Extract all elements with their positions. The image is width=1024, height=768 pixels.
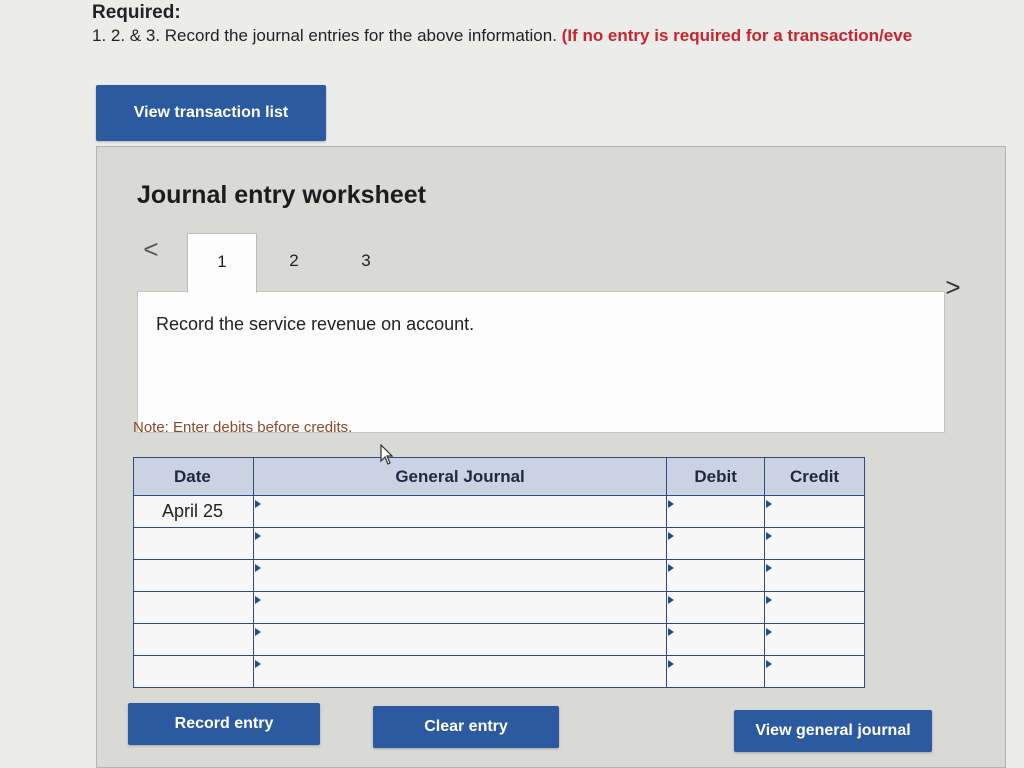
debit-input[interactable] xyxy=(667,496,765,527)
date-cell[interactable] xyxy=(133,591,254,624)
table-row: April 25 xyxy=(133,495,865,528)
account-cell[interactable] xyxy=(252,495,668,528)
account-cell[interactable] xyxy=(252,559,668,592)
debit-input[interactable] xyxy=(667,528,765,559)
tab-2[interactable]: 2 xyxy=(259,233,329,293)
debit-input[interactable] xyxy=(667,592,765,623)
debit-cell[interactable] xyxy=(666,495,766,528)
clear-entry-button[interactable]: Clear entry xyxy=(373,706,559,748)
instruction-text: 1. 2. & 3. Record the journal entries fo… xyxy=(92,26,1024,46)
credit-cell[interactable] xyxy=(764,623,865,656)
tab-3[interactable]: 3 xyxy=(331,233,401,293)
debit-cell[interactable] xyxy=(666,655,766,688)
table-row xyxy=(133,527,865,560)
chevron-left-icon[interactable]: < xyxy=(141,235,161,263)
account-cell[interactable] xyxy=(252,527,668,560)
debit-cell[interactable] xyxy=(666,559,766,592)
account-cell[interactable] xyxy=(252,591,668,624)
account-input[interactable] xyxy=(253,528,667,559)
instruction-warning: (If no entry is required for a transacti… xyxy=(561,26,913,45)
credit-cell[interactable] xyxy=(764,495,865,528)
table-row xyxy=(133,559,865,592)
instruction-main: 1. 2. & 3. Record the journal entries fo… xyxy=(92,26,557,45)
debit-input[interactable] xyxy=(667,624,765,655)
credit-cell[interactable] xyxy=(764,591,865,624)
debit-input[interactable] xyxy=(667,656,765,687)
account-input[interactable] xyxy=(253,656,667,687)
credit-input[interactable] xyxy=(765,528,864,559)
date-cell[interactable] xyxy=(133,623,254,656)
account-input[interactable] xyxy=(253,624,667,655)
credit-cell[interactable] xyxy=(764,527,865,560)
debit-column-header: Debit xyxy=(666,457,766,496)
journal-header-row: Date General Journal Debit Credit xyxy=(133,457,865,496)
account-input[interactable] xyxy=(253,496,667,527)
credit-input[interactable] xyxy=(765,656,864,687)
account-input[interactable] xyxy=(253,560,667,591)
view-transaction-list-button[interactable]: View transaction list xyxy=(96,85,326,141)
credit-column-header: Credit xyxy=(764,457,865,496)
view-general-journal-button[interactable]: View general journal xyxy=(734,710,932,752)
mouse-pointer-icon xyxy=(380,444,394,465)
record-entry-button[interactable]: Record entry xyxy=(128,703,320,745)
table-row xyxy=(133,623,865,656)
account-input[interactable] xyxy=(253,592,667,623)
table-row xyxy=(133,655,865,688)
table-row xyxy=(133,591,865,624)
credit-input[interactable] xyxy=(765,624,864,655)
page: Required: 1. 2. & 3. Record the journal … xyxy=(0,0,1024,768)
account-cell[interactable] xyxy=(252,655,668,688)
credit-input[interactable] xyxy=(765,560,864,591)
date-column-header: Date xyxy=(133,457,254,496)
debit-input[interactable] xyxy=(667,560,765,591)
note-text: Note: Enter debits before credits. xyxy=(133,419,353,436)
transaction-description: Record the service revenue on account. xyxy=(156,314,475,334)
credit-input[interactable] xyxy=(765,592,864,623)
debit-cell[interactable] xyxy=(666,623,766,656)
required-heading: Required: xyxy=(92,2,181,23)
transaction-description-box: Record the service revenue on account. xyxy=(137,291,945,433)
chevron-right-icon[interactable]: > xyxy=(943,273,963,301)
credit-input[interactable] xyxy=(765,496,864,527)
journal-table: Date General Journal Debit Credit April … xyxy=(133,457,865,688)
debit-cell[interactable] xyxy=(666,591,766,624)
date-cell[interactable] xyxy=(133,527,254,560)
date-cell[interactable]: April 25 xyxy=(133,495,254,528)
date-cell[interactable] xyxy=(133,559,254,592)
account-cell[interactable] xyxy=(252,623,668,656)
journal-entry-worksheet: Journal entry worksheet < 1 2 3 > Record… xyxy=(96,146,1006,768)
credit-cell[interactable] xyxy=(764,559,865,592)
credit-cell[interactable] xyxy=(764,655,865,688)
general-journal-column-header: General Journal xyxy=(252,457,668,496)
tab-1[interactable]: 1 xyxy=(187,233,257,293)
debit-cell[interactable] xyxy=(666,527,766,560)
worksheet-title: Journal entry worksheet xyxy=(137,181,426,209)
date-cell[interactable] xyxy=(133,655,254,688)
